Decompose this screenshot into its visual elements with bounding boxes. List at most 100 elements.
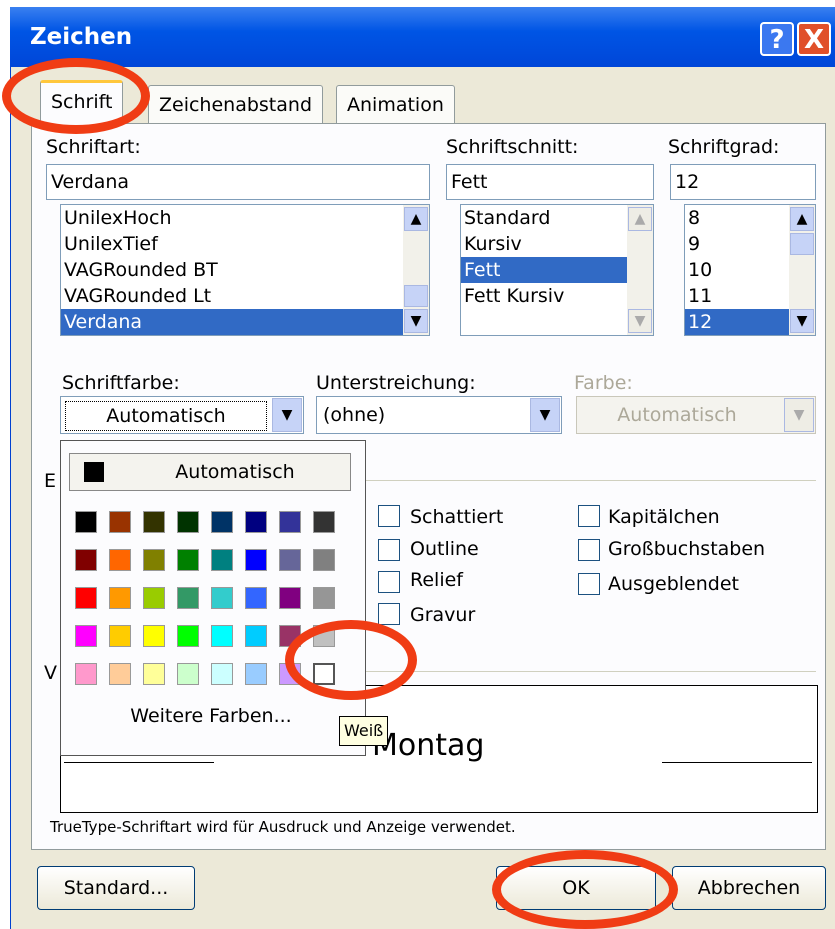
checkbox-label: Relief (410, 569, 463, 591)
font-list-item[interactable]: VAGRounded Lt (61, 283, 429, 309)
color-swatch[interactable] (75, 587, 97, 609)
info-text: TrueType-Schriftart wird für Ausdruck un… (50, 818, 516, 836)
color-swatch[interactable] (143, 587, 165, 609)
preview-line-left (64, 762, 214, 763)
color-swatch[interactable] (245, 625, 267, 647)
standard-button[interactable]: Standard... (37, 866, 195, 910)
color-swatch[interactable] (279, 587, 301, 609)
style-list-item[interactable]: Fett (461, 257, 653, 283)
font-listbox[interactable]: UnilexHoch UnilexTief VAGRounded BT VAGRoun… (60, 204, 430, 336)
checkbox-kapitaelchen[interactable] (578, 505, 600, 527)
dropdown-arrow-icon: ▼ (784, 398, 814, 432)
color-swatch[interactable] (211, 549, 233, 571)
color-swatch[interactable] (109, 625, 131, 647)
color-swatch[interactable] (143, 663, 165, 685)
help-button[interactable]: ? (760, 22, 794, 56)
automatic-color-label: Automatisch (175, 461, 295, 483)
scroll-thumb[interactable] (404, 285, 428, 307)
style-scrollbar[interactable]: ▲ ▼ (627, 205, 653, 335)
color-swatch[interactable] (109, 663, 131, 685)
title-bar[interactable] (10, 7, 835, 67)
size-scrollbar[interactable]: ▲ ▼ (789, 205, 815, 335)
color-swatch[interactable] (177, 587, 199, 609)
color-swatch[interactable] (211, 663, 233, 685)
style-input[interactable]: Fett (446, 164, 654, 200)
color-swatch[interactable] (211, 625, 233, 647)
scroll-up-icon[interactable]: ▲ (404, 207, 428, 231)
color-swatch[interactable] (211, 587, 233, 609)
dropdown-arrow-icon[interactable]: ▼ (530, 398, 560, 432)
scroll-down-icon[interactable]: ▼ (404, 309, 428, 333)
color-swatch[interactable] (279, 511, 301, 533)
more-colors-button[interactable]: Weitere Farben... (61, 705, 361, 727)
color-swatch[interactable] (245, 511, 267, 533)
underline-color-value: Automatisch (617, 404, 737, 426)
style-label: Schriftschnitt: (446, 136, 579, 158)
scroll-thumb[interactable] (790, 233, 814, 255)
checkbox-label: Schattiert (410, 506, 504, 528)
color-swatch[interactable] (245, 587, 267, 609)
dropdown-arrow-icon[interactable]: ▼ (272, 398, 302, 432)
font-label: Schriftart: (46, 136, 141, 158)
color-swatch[interactable] (313, 587, 335, 609)
checkbox-ausgeblendet[interactable] (578, 573, 600, 595)
color-swatch[interactable] (279, 549, 301, 571)
size-input[interactable]: 12 (670, 164, 816, 200)
color-swatch[interactable] (177, 663, 199, 685)
color-swatch[interactable] (109, 511, 131, 533)
checkbox-grossbuchstaben[interactable] (578, 539, 600, 561)
style-list-items: Standard Kursiv Fett Fett Kursiv (461, 205, 653, 309)
color-swatch[interactable] (75, 663, 97, 685)
tab-animation[interactable]: Animation (336, 85, 455, 123)
font-list-item[interactable]: UnilexHoch (61, 205, 429, 231)
color-swatch[interactable] (313, 549, 335, 571)
cancel-button[interactable]: Abbrechen (672, 866, 826, 910)
preview-divider (366, 671, 816, 672)
color-swatch[interactable] (245, 549, 267, 571)
checkbox-label: Outline (410, 538, 479, 560)
font-list-item[interactable]: Verdana (61, 309, 429, 335)
tab-zeichenabstand[interactable]: Zeichenabstand (148, 85, 324, 123)
color-swatch[interactable] (177, 511, 199, 533)
font-color-combo[interactable]: Automatisch ▼ (60, 396, 304, 434)
style-list-item[interactable]: Fett Kursiv (461, 283, 653, 309)
color-swatch[interactable] (143, 625, 165, 647)
window-title: Zeichen (30, 24, 133, 50)
checkbox-label: Ausgeblendet (608, 573, 739, 595)
color-swatch[interactable] (177, 549, 199, 571)
font-scrollbar[interactable]: ▲ ▼ (403, 205, 429, 335)
scroll-up-icon[interactable]: ▲ (790, 207, 814, 231)
font-color-value: Automatisch (65, 401, 267, 431)
font-input[interactable]: Verdana (46, 164, 430, 200)
color-swatch[interactable] (75, 549, 97, 571)
checkbox-outline[interactable] (378, 539, 400, 561)
checkbox-gravur[interactable] (378, 603, 400, 625)
effects-label: E (44, 470, 57, 492)
size-listbox[interactable]: 8 9 10 11 12 ▲ ▼ (684, 204, 816, 336)
color-swatch[interactable] (245, 663, 267, 685)
color-swatch[interactable] (109, 549, 131, 571)
color-swatch[interactable] (313, 511, 335, 533)
style-list-item[interactable]: Kursiv (461, 231, 653, 257)
highlight-circle (492, 850, 678, 929)
color-swatch[interactable] (109, 587, 131, 609)
underline-label: Unterstreichung: (316, 372, 476, 394)
font-list-item[interactable]: UnilexTief (61, 231, 429, 257)
color-swatch[interactable] (211, 511, 233, 533)
checkbox-label: Gravur (410, 604, 476, 626)
checkbox-schattiert[interactable] (378, 505, 400, 527)
style-list-item[interactable]: Standard (461, 205, 653, 231)
scroll-down-icon[interactable]: ▼ (790, 309, 814, 333)
automatic-color-button[interactable]: Automatisch (69, 453, 351, 491)
checkbox-relief[interactable] (378, 571, 400, 593)
style-listbox[interactable]: Standard Kursiv Fett Fett Kursiv ▲ ▼ (460, 204, 654, 336)
color-swatch[interactable] (143, 549, 165, 571)
underline-combo[interactable]: (ohne) ▼ (316, 396, 562, 434)
color-swatch[interactable] (75, 625, 97, 647)
close-button[interactable]: X (797, 22, 831, 56)
color-picker-popup: Automatisch Weitere Farben... (60, 440, 366, 756)
color-swatch[interactable] (177, 625, 199, 647)
color-swatch[interactable] (143, 511, 165, 533)
color-swatch[interactable] (75, 511, 97, 533)
font-list-item[interactable]: VAGRounded BT (61, 257, 429, 283)
